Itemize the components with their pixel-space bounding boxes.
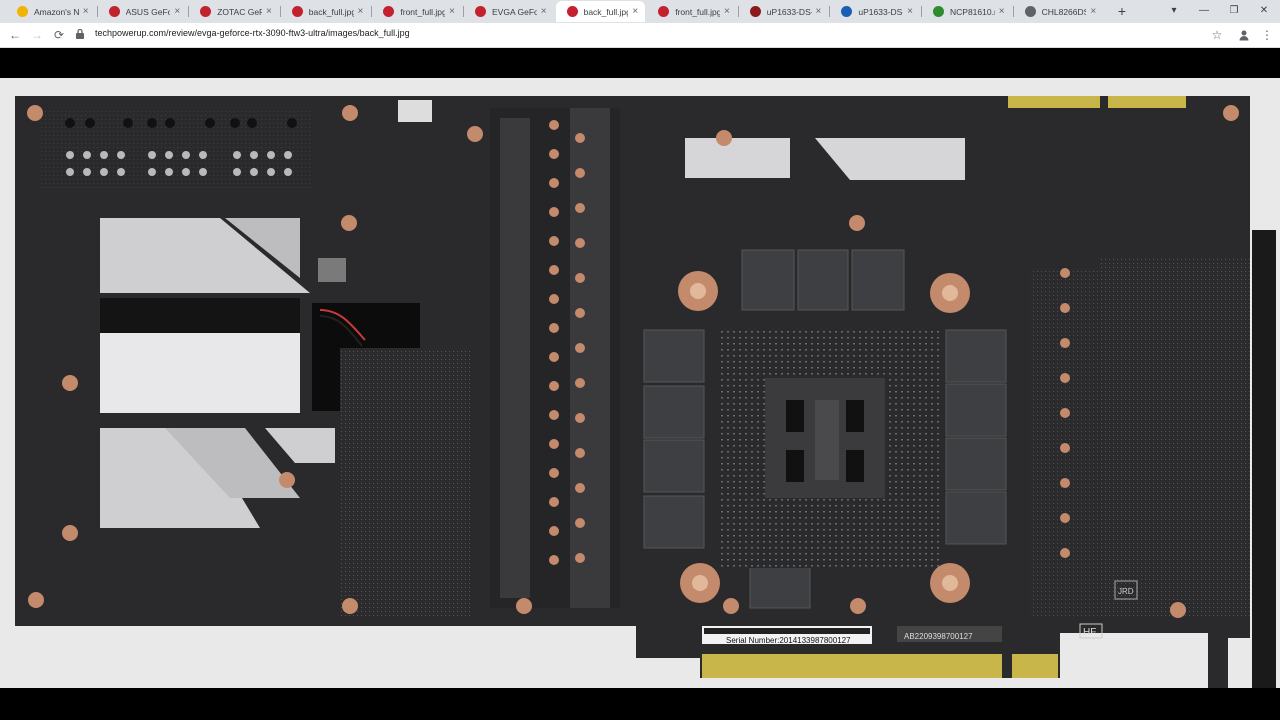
browser-toolbar: ← → ⟳ techpowerup.com/review/evga-geforc… (0, 23, 1280, 48)
techpowerup-icon (475, 6, 486, 17)
pdf-icon (841, 6, 853, 17)
chevron-down-icon: ▾ (1171, 5, 1177, 16)
reload-icon: ⟳ (53, 28, 65, 42)
close-window-button[interactable]: ✕ (1256, 3, 1272, 19)
kebab-menu-icon: ⋮ (1261, 28, 1273, 42)
pcb-illustration: Serial Number:2014133987800127 AB2209398… (15, 96, 1276, 688)
tab-10[interactable]: NCP81610.re × (922, 1, 1012, 22)
lock-icon[interactable] (75, 28, 87, 42)
tab-3[interactable]: back_full.jpg × (281, 1, 371, 22)
restore-icon: ❐ (1229, 5, 1239, 16)
tab-close-icon[interactable]: × (266, 6, 272, 17)
tab-4[interactable]: front_full.jpg × (372, 1, 462, 22)
tab-close-icon[interactable]: × (816, 6, 822, 17)
forward-button[interactable]: → (28, 26, 46, 44)
tab-close-icon[interactable]: × (907, 6, 913, 17)
amazon-icon (17, 6, 28, 17)
tab-title: back_full.jpg (308, 6, 354, 17)
techpowerup-icon (658, 6, 670, 17)
tab-close-icon[interactable]: × (541, 6, 547, 17)
techpowerup-icon (200, 6, 212, 17)
tab-title: NCP81610.re (950, 6, 995, 17)
jrd-marking: JRD (1118, 587, 1134, 596)
tab-11[interactable]: CHL8266DS-1× (1014, 1, 1104, 22)
tab-separator (737, 6, 739, 17)
tab-close-icon[interactable]: × (724, 6, 730, 17)
minimize-icon: — (1199, 5, 1209, 16)
tab-title: ZOTAC GeFor (217, 6, 262, 17)
tab-7[interactable]: front_full.jpg × (647, 1, 737, 22)
tab-separator (96, 6, 98, 17)
tab-separator (279, 6, 281, 17)
onsemi-icon (933, 6, 944, 17)
techpowerup-icon (108, 6, 120, 17)
tab-close-icon[interactable]: × (358, 6, 364, 17)
tab-close-icon[interactable]: × (83, 6, 89, 17)
profile-button[interactable] (1235, 26, 1253, 44)
tab-5[interactable]: EVGA GeForc × (464, 1, 554, 22)
tab-9[interactable]: uP1633-DS-F × (830, 1, 920, 22)
techpowerup-icon (291, 6, 303, 17)
tab-separator (1012, 6, 1014, 17)
tab-0[interactable]: Amazon's Ne × (6, 1, 96, 22)
ab-number-label: AB2209398700127 (904, 632, 973, 641)
restore-button[interactable]: ❐ (1226, 3, 1242, 19)
tab-title: uP1633-DS-F (766, 6, 812, 17)
tab-search-button[interactable]: ▾ (1166, 3, 1182, 19)
minimize-button[interactable]: — (1196, 3, 1212, 19)
tab-separator (463, 6, 464, 17)
tab-separator (188, 6, 190, 17)
hf-marking: HF (1083, 627, 1096, 638)
tab-close-icon[interactable]: × (449, 6, 455, 17)
pcb-photo[interactable]: Serial Number:2014133987800127 AB2209398… (0, 78, 1280, 688)
techpowerup-icon (383, 6, 395, 17)
close-icon: ✕ (1259, 5, 1269, 16)
tab-title: CHL8266DS-1 (1041, 6, 1087, 17)
tab-close-icon[interactable]: × (632, 6, 638, 17)
reload-button[interactable]: ⟳ (50, 26, 68, 44)
pdf-icon (749, 6, 761, 17)
tab-2[interactable]: ZOTAC GeFor × (189, 1, 279, 22)
tab-title: Amazon's Ne (34, 6, 79, 17)
tab-separator (829, 6, 831, 17)
tab-separator (371, 6, 373, 17)
tab-title: back_full.jpg (583, 6, 629, 17)
new-tab-button[interactable]: + (1114, 3, 1130, 19)
tab-close-icon[interactable]: × (174, 6, 180, 17)
star-icon: ☆ (1211, 28, 1223, 42)
tab-strip: Amazon's Ne×ASUS GeForc×ZOTAC GeFor×back… (0, 0, 1280, 23)
tab-separator (921, 6, 922, 17)
serial-number-label: Serial Number:2014133987800127 (726, 636, 851, 645)
tab-8[interactable]: uP1633-DS-F × (739, 1, 829, 22)
tab-title: EVGA GeForc (492, 6, 537, 17)
profile-icon (1239, 30, 1249, 41)
bookmark-star-button[interactable]: ☆ (1208, 26, 1226, 44)
tab-title: uP1633-DS-F (858, 6, 903, 17)
techpowerup-icon (566, 6, 578, 17)
address-bar[interactable]: techpowerup.com/review/evga-geforce-rtx-… (95, 28, 410, 38)
tab-title: ASUS GeForc (125, 6, 171, 17)
tab-6[interactable]: back_full.jpg × (555, 1, 646, 22)
forward-arrow-icon: → (31, 28, 43, 42)
image-viewer: Serial Number:2014133987800127 AB2209398… (0, 48, 1280, 720)
back-arrow-icon: ← (9, 28, 21, 42)
back-button[interactable]: ← (6, 26, 24, 44)
tab-title: front_full.jpg (675, 6, 720, 17)
tab-close-icon[interactable]: × (1090, 6, 1096, 17)
tab-title: front_full.jpg (400, 6, 446, 17)
tab-1[interactable]: ASUS GeForc× (98, 1, 188, 22)
tab-close-icon[interactable]: × (999, 6, 1005, 17)
browser-menu-button[interactable]: ⋮ (1258, 26, 1276, 44)
globe-icon (1024, 6, 1036, 17)
